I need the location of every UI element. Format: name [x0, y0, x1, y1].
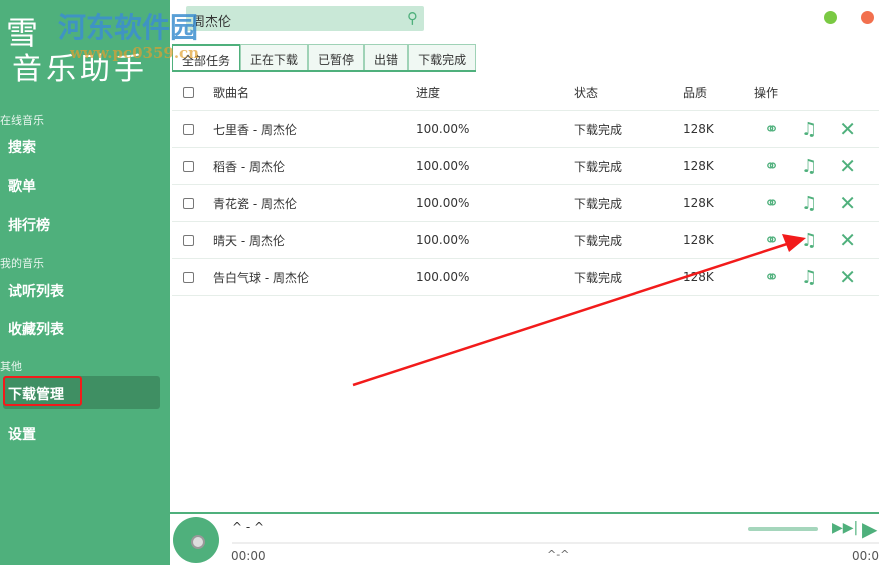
header-actions: 操作: [754, 85, 779, 100]
row-checkbox[interactable]: [183, 123, 194, 135]
music-file-icon[interactable]: ♫: [801, 156, 817, 177]
row-checkbox[interactable]: [183, 197, 194, 209]
status: 下载完成: [574, 196, 623, 211]
row-checkbox[interactable]: [183, 234, 194, 246]
header-quality: 品质: [683, 85, 708, 100]
tab-error[interactable]: 出错: [364, 44, 409, 70]
select-all-checkbox[interactable]: [183, 86, 194, 98]
play-icon[interactable]: ▶: [862, 517, 877, 541]
music-file-icon[interactable]: ♫: [801, 267, 817, 288]
row-checkbox[interactable]: [183, 160, 194, 172]
tab-paused[interactable]: 已暂停: [308, 44, 365, 70]
status: 下载完成: [574, 122, 623, 137]
status: 下载完成: [574, 233, 623, 248]
player-title: ^ - ^: [232, 520, 265, 534]
current-time: 00:00: [231, 549, 266, 563]
song-name: 晴天 - 周杰伦: [213, 233, 285, 248]
tab-bar: 全部任务 正在下载 已暂停 出错 下载完成: [172, 44, 477, 72]
delete-icon[interactable]: ✕: [839, 191, 856, 215]
progress: 100.00%: [416, 270, 470, 284]
disc-icon: [173, 517, 219, 563]
song-name: 七里香 - 周杰伦: [213, 122, 297, 137]
delete-icon[interactable]: ✕: [839, 154, 856, 178]
row-actions: ⚭ ♫ ✕: [754, 228, 856, 252]
table-row: 青花瓷 - 周杰伦 100.00% 下载完成 128K ⚭ ♫ ✕: [172, 185, 879, 222]
headphones-icon[interactable]: ⚭: [764, 119, 779, 140]
row-actions: ⚭ ♫ ✕: [754, 154, 856, 178]
quality: 128K: [683, 233, 714, 247]
search-input[interactable]: 周杰伦 ⚲: [186, 6, 424, 31]
row-actions: ⚭ ♫ ✕: [754, 265, 856, 289]
status: 下载完成: [574, 270, 623, 285]
row-actions: ⚭ ♫ ✕: [754, 117, 856, 141]
progress: 100.00%: [416, 196, 470, 210]
table-row: 晴天 - 周杰伦 100.00% 下载完成 128K ⚭ ♫ ✕: [172, 222, 879, 259]
section-online-music: 在线音乐: [0, 114, 44, 127]
table-row: 稻香 - 周杰伦 100.00% 下载完成 128K ⚭ ♫ ✕: [172, 148, 879, 185]
search-icon[interactable]: ⚲: [407, 9, 418, 27]
header-song: 歌曲名: [213, 85, 250, 100]
player-subtitle: ^-^: [547, 548, 570, 561]
table-row: 七里香 - 周杰伦 100.00% 下载完成 128K ⚭ ♫ ✕: [172, 111, 879, 148]
song-name: 告白气球 - 周杰伦: [213, 270, 309, 285]
header-progress: 进度: [416, 85, 441, 100]
total-time: 00:00: [852, 549, 879, 563]
status: 下载完成: [574, 159, 623, 174]
sidebar-item-playlists[interactable]: 歌单: [8, 176, 36, 196]
music-file-icon[interactable]: ♫: [801, 230, 817, 251]
quality: 128K: [683, 159, 714, 173]
delete-icon[interactable]: ✕: [839, 117, 856, 141]
sidebar-item-charts[interactable]: 排行榜: [8, 215, 50, 235]
quality: 128K: [683, 270, 714, 284]
watermark-url: www.pc0359.cn: [70, 44, 200, 62]
section-my-music: 我的音乐: [0, 257, 44, 270]
sidebar-item-preview-list[interactable]: 试听列表: [8, 281, 64, 301]
volume-slider[interactable]: [748, 527, 818, 531]
music-file-icon[interactable]: ♫: [801, 193, 817, 214]
header-status: 状态: [574, 85, 599, 100]
sidebar-item-search[interactable]: 搜索: [8, 137, 36, 157]
headphones-icon[interactable]: ⚭: [764, 267, 779, 288]
progress-slider[interactable]: [232, 542, 879, 544]
highlight-box: [3, 376, 82, 406]
tab-downloading[interactable]: 正在下载: [240, 44, 309, 70]
sidebar-item-settings[interactable]: 设置: [8, 424, 36, 444]
delete-icon[interactable]: ✕: [839, 265, 856, 289]
quality: 128K: [683, 196, 714, 210]
headphones-icon[interactable]: ⚭: [764, 156, 779, 177]
song-name: 稻香 - 周杰伦: [213, 159, 285, 174]
row-checkbox[interactable]: [183, 271, 194, 283]
table-header: 歌曲名 进度 状态 品质 操作: [172, 74, 879, 111]
progress: 100.00%: [416, 122, 470, 136]
minimize-button[interactable]: [824, 11, 837, 24]
music-file-icon[interactable]: ♫: [801, 119, 817, 140]
section-other: 其他: [0, 360, 22, 373]
sidebar: 雪 音乐助手 在线音乐 搜索 歌单 排行榜 我的音乐 试听列表 收藏列表 其他 …: [0, 0, 170, 565]
watermark: 河东软件园: [58, 11, 199, 44]
table-row: 告白气球 - 周杰伦 100.00% 下载完成 128K ⚭ ♫ ✕: [172, 259, 879, 296]
progress: 100.00%: [416, 233, 470, 247]
quality: 128K: [683, 122, 714, 136]
close-button[interactable]: [861, 11, 874, 24]
player-bar: ^ - ^ ▶▶| ▶ 00:00 ^-^ 00:00: [170, 512, 879, 565]
tab-completed[interactable]: 下载完成: [408, 44, 477, 70]
sidebar-item-favorites[interactable]: 收藏列表: [8, 319, 64, 339]
next-icon[interactable]: ▶▶|: [832, 520, 858, 536]
headphones-icon[interactable]: ⚭: [764, 230, 779, 251]
delete-icon[interactable]: ✕: [839, 228, 856, 252]
row-actions: ⚭ ♫ ✕: [754, 191, 856, 215]
song-name: 青花瓷 - 周杰伦: [213, 196, 297, 211]
headphones-icon[interactable]: ⚭: [764, 193, 779, 214]
download-table: 歌曲名 进度 状态 品质 操作 七里香 - 周杰伦 100.00% 下载完成 1…: [172, 74, 879, 296]
progress: 100.00%: [416, 159, 470, 173]
